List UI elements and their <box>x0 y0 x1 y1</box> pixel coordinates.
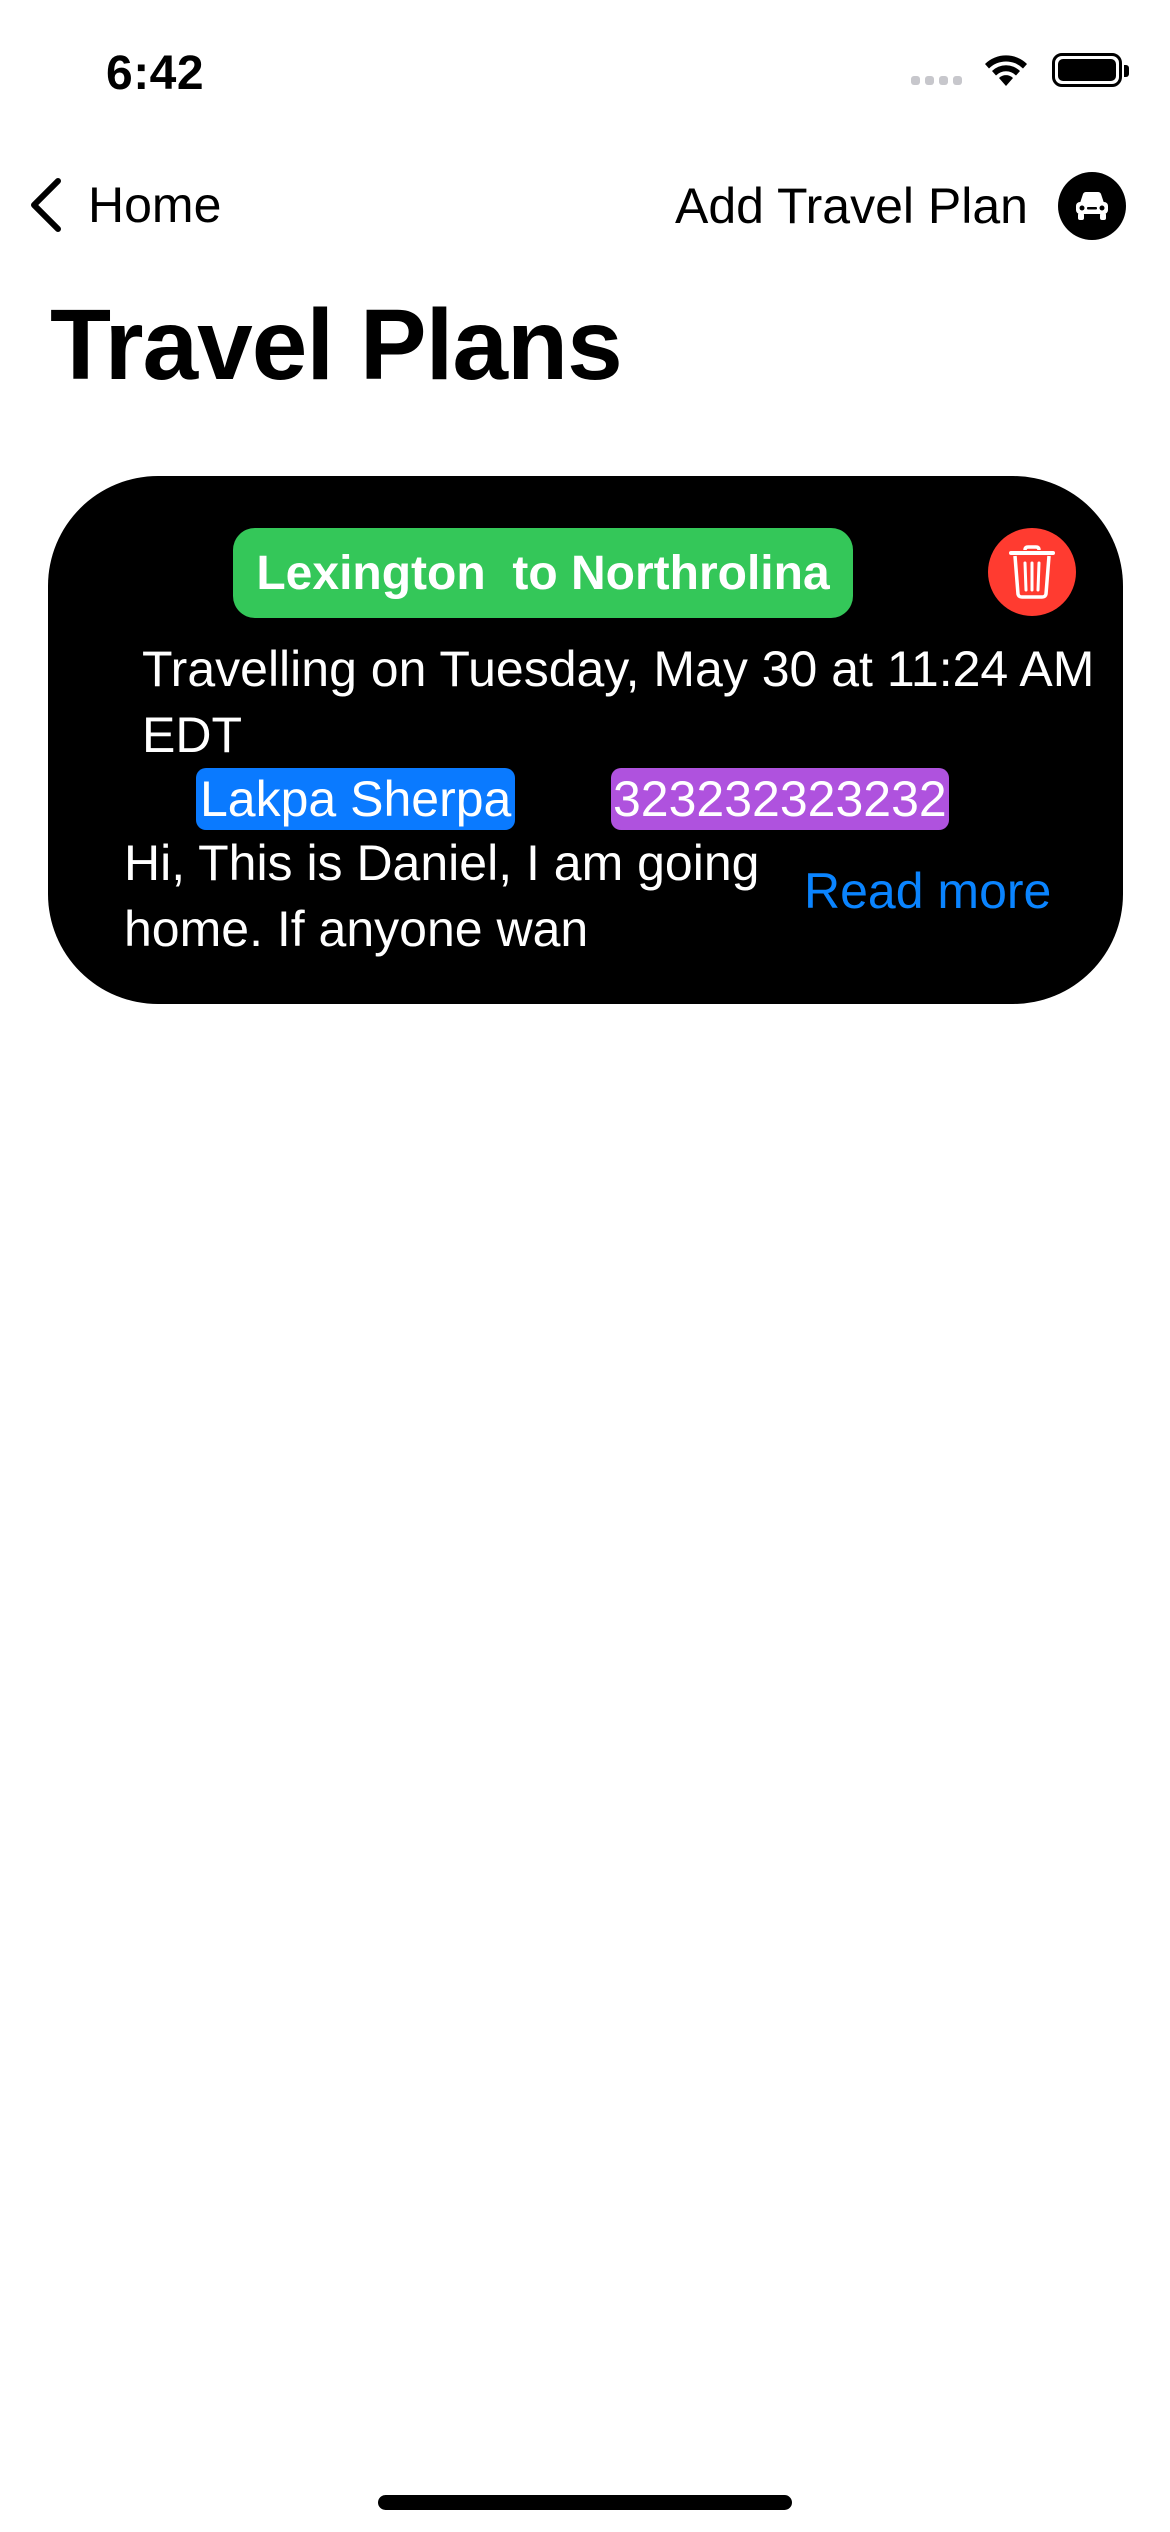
back-button[interactable]: Home <box>24 175 221 235</box>
add-travel-plan-label: Add Travel Plan <box>675 178 1028 234</box>
read-more-link[interactable]: Read more <box>804 862 1051 920</box>
wifi-icon <box>985 55 1027 86</box>
trash-icon <box>1009 545 1055 599</box>
travel-plan-card[interactable]: Lexington to Northrolina Travelling on T… <box>48 476 1123 1004</box>
battery-icon <box>1052 53 1129 87</box>
chevron-left-icon <box>31 178 61 232</box>
route-badge: Lexington to Northrolina <box>233 528 853 618</box>
status-indicators <box>911 52 1129 88</box>
plan-description: Hi, This is Daniel, I am going home. If … <box>124 835 760 957</box>
delete-button[interactable] <box>988 528 1076 616</box>
status-time: 6:42 <box>106 47 205 100</box>
screen: 6:42 Home Add Travel Plan Travel Plans L… <box>0 0 1170 2532</box>
traveler-phone[interactable]: 323232323232 <box>611 768 949 830</box>
page-title: Travel Plans <box>50 289 623 401</box>
cellular-signal-icon <box>911 55 962 85</box>
car-icon[interactable] <box>1058 172 1126 240</box>
travel-date: Travelling on Tuesday, May 30 at 11:24 A… <box>142 641 1095 763</box>
back-label: Home <box>88 177 222 233</box>
add-travel-plan-button[interactable]: Add Travel Plan <box>675 172 1126 240</box>
traveler-name: Lakpa Sherpa <box>196 768 516 830</box>
home-indicator[interactable] <box>378 2495 792 2510</box>
